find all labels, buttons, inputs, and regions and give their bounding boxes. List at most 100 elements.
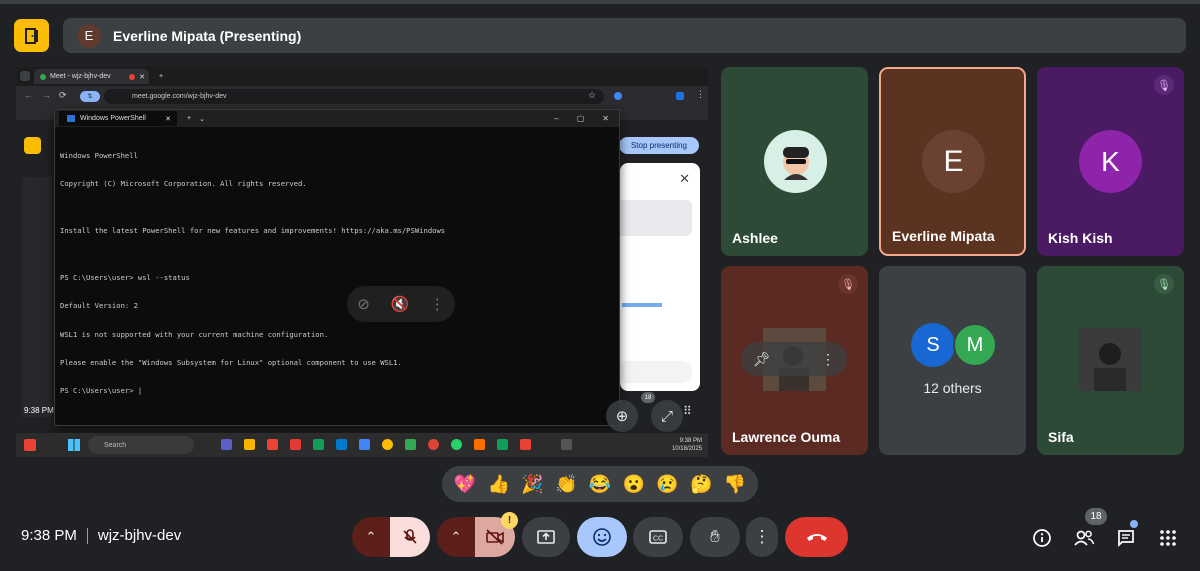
site-chip: ⇅	[80, 91, 100, 102]
chevron-up-icon: ⌃	[450, 529, 462, 544]
windows-taskbar: Search 9:38 PM 10/18/2025	[16, 433, 708, 457]
tile-overlay-controls[interactable]: 📌︎ ⋮	[741, 342, 847, 376]
info-icon	[1033, 529, 1051, 547]
app-icon	[428, 439, 439, 450]
reload-icon: ⟳	[59, 90, 67, 100]
participant-tile-everline[interactable]: E Everline Mipata	[879, 67, 1026, 256]
meet-logo-button[interactable]	[14, 19, 49, 52]
svg-text:CC: CC	[653, 536, 663, 543]
profile-icon	[676, 92, 684, 100]
reaction-party[interactable]: 🎉	[521, 474, 543, 495]
meet-window: E Everline Mipata (Presenting) Meet - wj…	[0, 0, 1200, 571]
terminal-icon	[561, 439, 572, 450]
app-icon	[405, 439, 416, 450]
browser-toolbar: ← → ⟳ ⇅ meet.google.com/wjz-bjhv-dev ☆ ⋮	[16, 86, 708, 107]
raise-hand-icon: ✋︎	[710, 527, 720, 546]
participant-tile-lawrence[interactable]: 🎙︎ 📌︎ ⋮ Lawrence Ouma	[721, 266, 868, 455]
app-icon	[290, 439, 301, 450]
inner-clock: 9:38 PM	[24, 406, 54, 415]
ps-tab-close-icon: ✕	[165, 115, 171, 123]
more-options-button[interactable]: ⋮	[746, 517, 778, 557]
ps-line: Install the latest PowerShell for new fe…	[60, 226, 446, 236]
nested-screen-strip	[22, 177, 52, 417]
browser-tab-strip: Meet - wjz-bjhv-dev ✕ +	[16, 67, 708, 86]
chat-button[interactable]	[1115, 527, 1137, 549]
app-icon	[474, 439, 485, 450]
ps-new-tab-icon: +	[187, 115, 192, 122]
reaction-clap[interactable]: 👏	[555, 474, 577, 495]
chat-icon	[1118, 530, 1134, 548]
activities-button[interactable]	[1157, 527, 1179, 549]
tile-more-icon[interactable]: ⋮	[821, 351, 835, 368]
chat-close-icon: ✕	[679, 171, 690, 186]
new-tab-icon: +	[159, 73, 164, 80]
participant-tile-sifa[interactable]: 🎙︎ Sifa	[1037, 266, 1184, 455]
reaction-surprised[interactable]: 😮	[623, 474, 645, 495]
present-button[interactable]	[522, 517, 570, 557]
menu-dots-icon: ⋮	[696, 89, 705, 99]
photo-avatar-icon	[1079, 328, 1142, 391]
reaction-thumbs-down[interactable]: 👎	[724, 474, 746, 495]
powershell-window: Windows PowerShell ✕ + ⌄ – ▢ ✕ Windows P…	[54, 109, 620, 426]
divider	[86, 527, 88, 544]
emoji-button[interactable]	[577, 517, 627, 557]
chat-info-bubble	[620, 200, 692, 236]
current-time: 9:38 PM	[21, 527, 77, 544]
powershell-tab-title: Windows PowerShell	[80, 115, 146, 122]
leave-call-button[interactable]	[785, 517, 848, 557]
people-button[interactable]	[1073, 527, 1095, 549]
reaction-thumbs-up[interactable]: 👍	[487, 474, 509, 495]
presenter-bar[interactable]: E Everline Mipata (Presenting)	[63, 18, 1186, 53]
video-options-button[interactable]: ⌃	[437, 517, 475, 557]
reaction-laugh[interactable]: 😂	[589, 474, 611, 495]
door-icon	[24, 27, 38, 44]
app-icon	[520, 439, 531, 450]
kish-avatar: K	[1079, 130, 1142, 193]
vscode-icon	[336, 439, 347, 450]
presenter-title: Everline Mipata (Presenting)	[113, 27, 302, 44]
audio-options-button[interactable]: ⌃	[352, 517, 390, 557]
app-icon	[359, 439, 370, 450]
mic-off-indicator: 🎙︎	[1154, 75, 1174, 95]
forward-icon: →	[42, 90, 51, 100]
others-avatar-s: S	[911, 323, 955, 367]
pin-icon[interactable]: 📌︎	[753, 351, 771, 368]
taskbar-search-text: Search	[104, 441, 127, 449]
chat-link	[622, 303, 662, 307]
taskbar-time: 9:38 PM	[679, 438, 702, 444]
reaction-sad[interactable]: 😢	[656, 474, 678, 495]
people-icon	[1074, 530, 1095, 546]
participant-tile-ashlee[interactable]: Ashlee	[721, 67, 868, 256]
ps-line: PS C:\Users\user> |	[60, 385, 143, 395]
raise-hand-button[interactable]: ✋︎	[690, 517, 740, 557]
participant-tile-kish[interactable]: 🎙︎ K Kish Kish	[1037, 67, 1184, 256]
reaction-heart[interactable]: 💖	[454, 474, 476, 495]
ps-line: Windows PowerShell	[60, 150, 138, 160]
powershell-tab: Windows PowerShell ✕	[59, 111, 177, 126]
reaction-thinking[interactable]: 🤔	[690, 474, 712, 495]
participant-name: Sifa	[1048, 429, 1074, 445]
expand-icon: ⤢	[660, 407, 673, 425]
app-icon	[244, 439, 255, 450]
chrome-icon	[382, 439, 393, 450]
windows-start-icon	[68, 439, 80, 451]
others-tile[interactable]: S M 12 others	[879, 266, 1026, 455]
ps-line: Please enable the "Windows Subsystem for…	[60, 357, 402, 367]
mic-off-icon: 🎙︎	[1157, 79, 1171, 92]
taskbar-date: 10/18/2025	[671, 446, 702, 452]
meeting-info-button[interactable]	[1031, 527, 1053, 549]
videocam-off-icon	[486, 529, 504, 545]
minimize-icon: –	[554, 114, 559, 123]
ps-line: Default Version: 2	[60, 301, 138, 311]
mic-toggle-button[interactable]	[390, 517, 430, 557]
captions-button[interactable]: CC	[633, 517, 683, 557]
ashlee-avatar	[764, 130, 827, 193]
sifa-avatar	[1079, 328, 1142, 391]
widgets-icon	[24, 439, 36, 451]
chat-input	[620, 361, 692, 383]
meeting-code: wjz-bjhv-dev	[97, 527, 182, 544]
participant-name: Kish Kish	[1048, 230, 1113, 246]
reactions-bar: 💖 👍 🎉 👏 😂 😮 😢 🤔 👎	[442, 466, 758, 502]
participant-name: Lawrence Ouma	[732, 429, 841, 445]
tab-close-icon: ✕	[139, 73, 145, 81]
